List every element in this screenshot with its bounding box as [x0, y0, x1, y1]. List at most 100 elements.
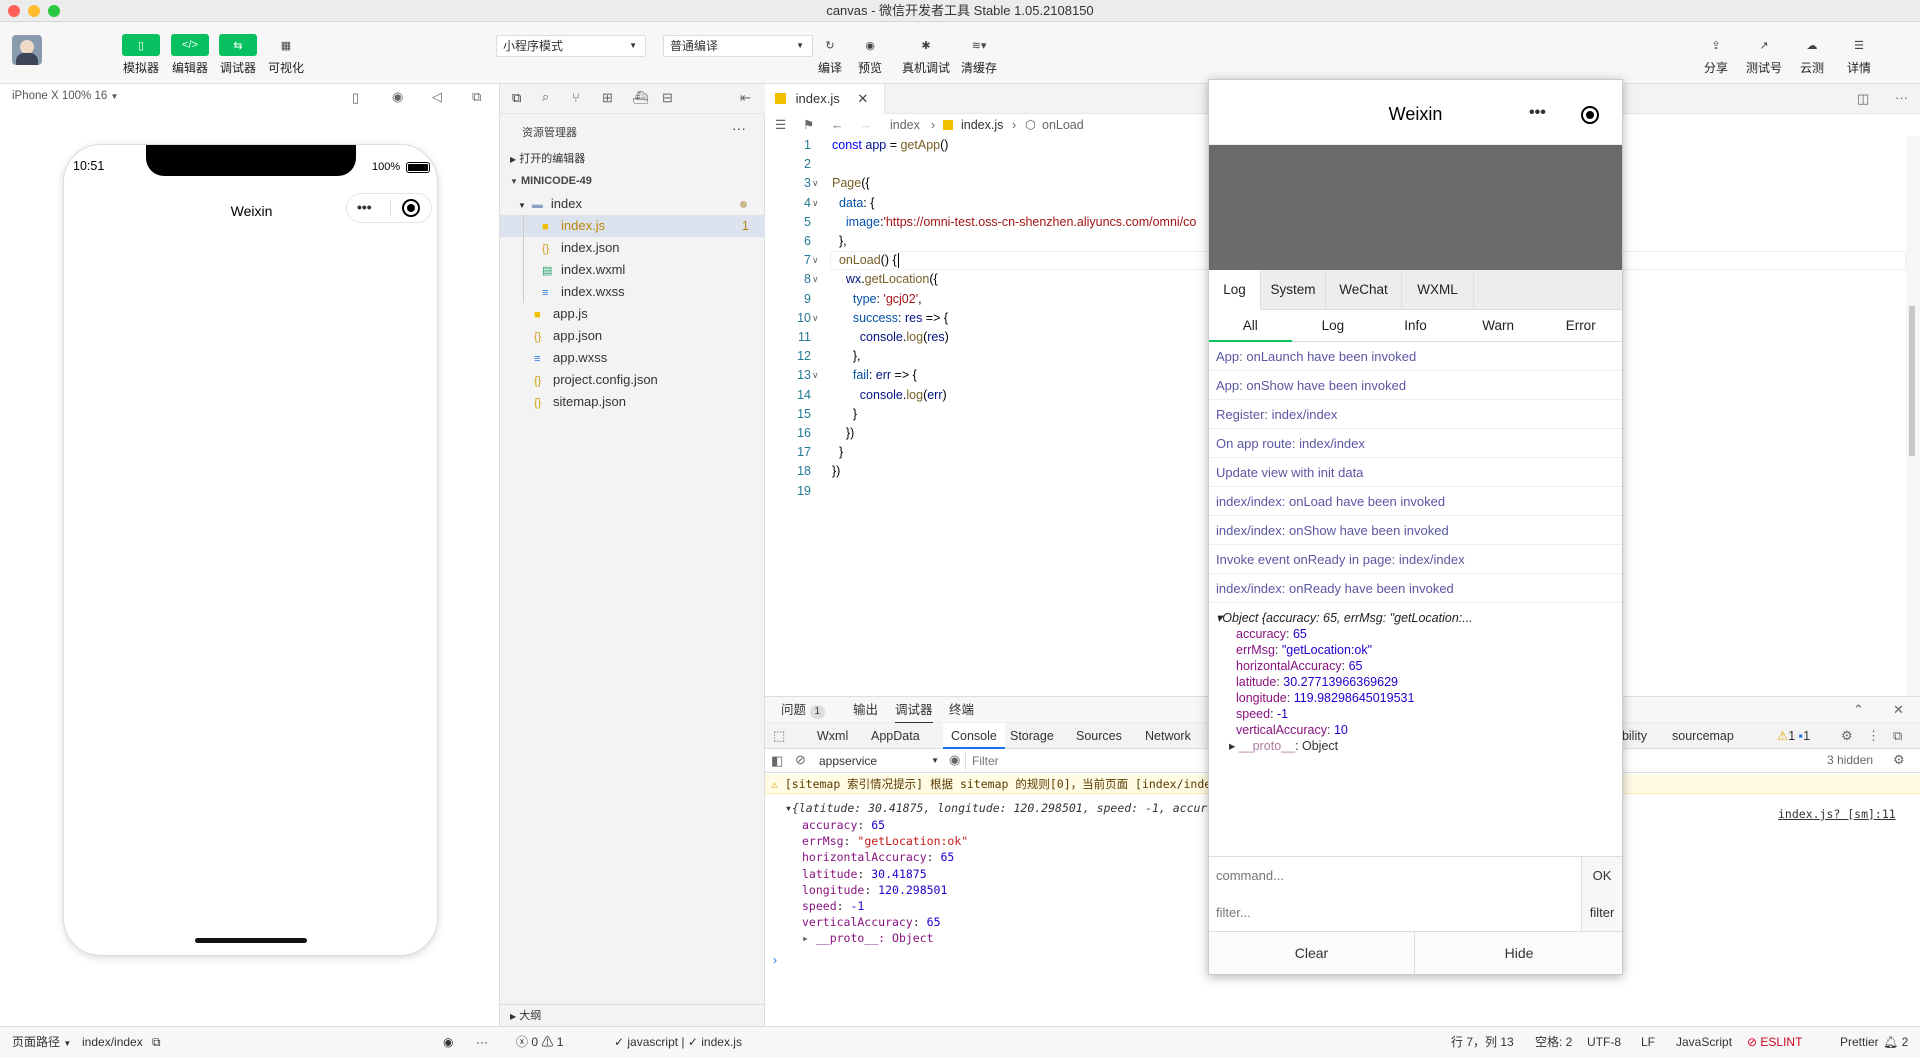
expand-triangle-icon[interactable]: ▸ [1229, 739, 1239, 753]
filter-button[interactable]: filter [1581, 894, 1622, 931]
chevron-up-icon[interactable]: ⌃ [1853, 702, 1864, 718]
code-line[interactable]: image:'https://omni-test.oss-cn-shenzhen… [832, 213, 1196, 232]
zoom-window-button[interactable] [48, 5, 60, 17]
tab-appdata[interactable]: AppData [871, 723, 920, 749]
fold-chevron-icon[interactable]: ∨ [812, 270, 819, 289]
vconsole-tab-wechat[interactable]: WeChat [1326, 270, 1402, 310]
code-line[interactable]: onLoad() { [832, 251, 897, 270]
record-icon[interactable]: ◉ [392, 89, 403, 105]
open-editors-section[interactable]: ▶ 打开的编辑器 [510, 148, 585, 170]
device-select[interactable]: iPhone X 100% 16 ▼ [12, 90, 118, 102]
fold-chevron-icon[interactable]: ∨ [812, 366, 819, 385]
forward-arrow-icon[interactable]: → [859, 114, 872, 136]
tree-file[interactable]: ■ index.js 1 [500, 215, 765, 237]
code-line[interactable]: type: 'gcj02', [832, 290, 922, 309]
tree-file[interactable]: ≡ index.wxss [500, 281, 765, 303]
vconsole-mask[interactable] [1209, 145, 1622, 270]
phone-rotate-icon[interactable]: ▯ [352, 90, 359, 106]
cursor-position[interactable]: 行 7，列 13 [1451, 1027, 1514, 1057]
clear-cache-button[interactable]: ≋▾ 清缓存 [958, 34, 1000, 76]
notifications[interactable]: 🔔︎ 2 [1883, 1027, 1908, 1057]
breadcrumb-item[interactable]: onLoad [1042, 114, 1084, 136]
tab-sourcemap[interactable]: sourcemap [1672, 723, 1734, 749]
code-line[interactable]: } [832, 405, 857, 424]
tab-terminal[interactable]: 终端 [949, 697, 974, 723]
fold-chevron-icon[interactable]: ∨ [812, 194, 819, 213]
close-circle-icon[interactable] [402, 199, 420, 217]
vconsole-filter-log[interactable]: Log [1292, 310, 1375, 342]
page-path-select[interactable]: 页面路径 ▼ [12, 1027, 71, 1059]
prettier-status[interactable]: Prettier [1840, 1027, 1879, 1057]
code-line[interactable]: } [832, 443, 843, 462]
expand-triangle-icon[interactable]: ▸ [802, 931, 816, 945]
hide-button[interactable]: Hide [1416, 932, 1622, 974]
end-of-line[interactable]: LF [1641, 1027, 1655, 1057]
code-line[interactable]: wx.getLocation({ [832, 270, 938, 289]
tab-index-js[interactable]: index.js ✕ [765, 84, 885, 114]
code-line[interactable]: Page({ [832, 174, 870, 193]
simulator-toggle[interactable]: ▯ 模拟器 [118, 34, 164, 76]
dock-icon[interactable]: ⧉ [1893, 728, 1902, 744]
inspect-icon[interactable]: ⬚ [773, 728, 785, 744]
breadcrumb-item[interactable]: index [890, 114, 920, 136]
vconsole-filter-info[interactable]: Info [1374, 310, 1457, 342]
tab-sources[interactable]: Sources [1076, 723, 1122, 749]
code-line[interactable]: data: { [832, 194, 874, 213]
clear-button[interactable]: Clear [1209, 932, 1415, 974]
tree-folder[interactable]: ▼ ▬ index [500, 193, 765, 215]
problems-indicator[interactable]: ⓧ 0 ⚠ 1 [516, 1027, 563, 1057]
expand-triangle-icon[interactable]: ▾ [785, 801, 792, 815]
tab-output[interactable]: 输出 [853, 697, 878, 723]
code-line[interactable]: fail: err => { [832, 366, 917, 385]
code-line[interactable]: }, [832, 347, 861, 366]
cloud-test-button[interactable]: ☁ 云测 [1789, 34, 1835, 76]
more-vert-icon[interactable]: ⋮ [1867, 728, 1880, 744]
more-icon[interactable]: ··· [476, 1027, 488, 1057]
vconsole-object-summary[interactable]: ▾Object {accuracy: 65, errMsg: "getLocat… [1216, 610, 1473, 626]
editor-scrollbar[interactable] [1906, 136, 1920, 696]
extensions-icon[interactable]: ⊞ [602, 90, 613, 106]
close-icon[interactable]: ✕ [1893, 702, 1904, 718]
bookmark-icon[interactable]: ⚑ [803, 114, 814, 136]
vconsole-filter-all[interactable]: All [1209, 310, 1292, 342]
docker-icon[interactable]: ⛴ [632, 90, 649, 106]
code-line[interactable]: console.log(res) [832, 328, 949, 347]
eye-icon[interactable]: ◉ [949, 752, 960, 768]
breadcrumb-item[interactable]: index.js [961, 114, 1003, 136]
vconsole-tab-log[interactable]: Log [1209, 270, 1261, 310]
code-line[interactable]: success: res => { [832, 309, 948, 328]
context-select[interactable]: appservice ▼ [815, 752, 943, 770]
lang-check[interactable]: ✓ javascript | ✓ index.js [614, 1027, 742, 1057]
vconsole-tab-system[interactable]: System [1261, 270, 1326, 310]
test-account-button[interactable]: ↗ 测试号 [1740, 34, 1788, 76]
encoding[interactable]: UTF-8 [1587, 1027, 1621, 1057]
more-icon[interactable]: ··· [732, 120, 746, 136]
more-icon[interactable]: ••• [1529, 104, 1546, 122]
eslint-status[interactable]: ⊘ ESLINT [1747, 1027, 1802, 1057]
avatar[interactable] [12, 35, 42, 65]
git-branch-icon[interactable]: ⑂ [572, 90, 580, 105]
tree-file[interactable]: ▤ index.wxml [500, 259, 765, 281]
vconsole-proto-row[interactable]: ▸ __proto__: Object [1229, 738, 1338, 754]
search-icon[interactable]: ⌕ [542, 89, 549, 105]
code-line[interactable]: const app = getApp() [832, 136, 948, 155]
share-button[interactable]: ⇪ 分享 [1693, 34, 1739, 76]
gear-icon[interactable]: ⚙ [1893, 752, 1905, 768]
fold-chevron-icon[interactable]: ∨ [812, 251, 819, 270]
more-icon[interactable]: ••• [357, 199, 372, 215]
tree-file[interactable]: {} sitemap.json [500, 391, 765, 413]
tab-problems[interactable]: 问题 1 [781, 697, 826, 723]
minimize-window-button[interactable] [28, 5, 40, 17]
code-line[interactable]: }) [832, 424, 854, 443]
copy-icon[interactable]: ⧉ [152, 1027, 161, 1057]
close-window-button[interactable] [8, 5, 20, 17]
gear-icon[interactable]: ⚙ [1841, 728, 1853, 744]
indent-spaces[interactable]: 空格: 2 [1535, 1027, 1572, 1057]
console-proto-row[interactable]: ▸ __proto__: Object [802, 930, 934, 946]
tab-storage[interactable]: Storage [1010, 723, 1054, 749]
filter-input[interactable] [1209, 894, 1581, 931]
fold-chevron-icon[interactable]: ∨ [812, 309, 819, 328]
visual-toggle[interactable]: ▦ 可视化 [263, 34, 309, 76]
mode-select[interactable]: 小程序模式 ▼ [496, 35, 646, 57]
console-object-summary[interactable]: ▾{latitude: 30.41875, longitude: 120.298… [785, 800, 1221, 816]
